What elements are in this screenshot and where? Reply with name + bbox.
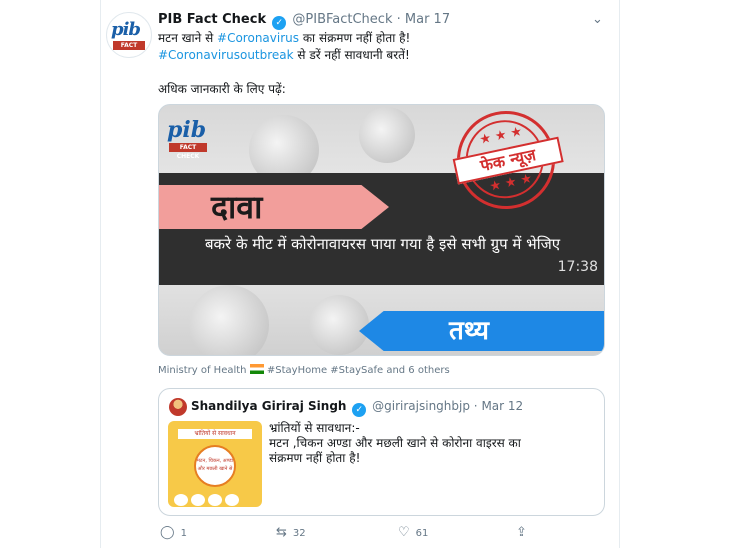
separator-dot: · (473, 399, 478, 413)
quoted-image-title: भ्रांतियों से सावधान (178, 429, 252, 439)
quoted-text: भ्रांतियों से सावधान:- मटन ,चिकन अण्डा औ… (269, 421, 599, 466)
india-flag-icon (249, 364, 264, 374)
claim-time: 17:38 (557, 259, 598, 275)
hashtag-coronavirusoutbreak[interactable]: #Coronavirusoutbreak (158, 48, 294, 62)
retweet-count: 32 (292, 528, 306, 539)
retweet-icon: ⇆ (276, 525, 287, 540)
tweet-media-image[interactable]: pib FACT CHECK दावा बकरे के मीट में कोरो… (158, 104, 605, 356)
virus-decoration (309, 295, 369, 355)
author-handle[interactable]: @PIBFactCheck (292, 12, 392, 27)
quoted-date: Mar 12 (481, 399, 524, 413)
verified-icon: ✓ (272, 16, 287, 30)
share-button[interactable]: ⇪ (516, 525, 533, 540)
tweet-line1-text: मटन खाने से (158, 31, 218, 45)
claim-label: दावा (211, 188, 263, 226)
tweet-line3: अधिक जानकारी के लिए पढ़ें: (158, 82, 286, 96)
share-icon: ⇪ (516, 525, 527, 540)
like-count: 61 (415, 528, 429, 539)
pib-avatar[interactable]: pib FACT CHECK (106, 12, 152, 58)
like-icon: ♡ (398, 525, 410, 540)
tweet-header: PIB Fact Check ✓ @PIBFactCheck · Mar 17 (158, 12, 450, 30)
virus-decoration (189, 285, 269, 355)
hashtag-coronavirus[interactable]: #Coronavirus (217, 31, 299, 45)
quoted-avatar (169, 398, 187, 416)
media-pib-logo-sub: FACT CHECK (169, 143, 207, 160)
reply-icon: ◯ (160, 525, 175, 540)
pib-logo-sub: FACT CHECK (113, 41, 145, 57)
retweet-button[interactable]: ⇆ 32 (276, 525, 306, 540)
verified-icon: ✓ (352, 403, 367, 417)
quoted-image-text: मटन, चिकन, अण्डा और मछली खाने से (194, 445, 236, 487)
fact-label: तथ्य (449, 316, 489, 346)
quoted-tweet[interactable]: Shandilya Giriraj Singh ✓ @girirajsinghb… (158, 388, 605, 516)
like-button[interactable]: ♡ 61 (398, 525, 428, 540)
quoted-image: भ्रांतियों से सावधान मटन, चिकन, अण्डा और… (168, 421, 262, 507)
tweet-date[interactable]: Mar 17 (405, 12, 450, 27)
claim-text: बकरे के मीट में कोरोनावायरस पाया गया है … (204, 235, 561, 253)
quoted-header: Shandilya Giriraj Singh ✓ @girirajsinghb… (191, 399, 523, 417)
pib-logo-mark: pib (111, 19, 141, 40)
tweet-text: मटन खाने से #Coronavirus का संक्रमण नहीं… (158, 30, 598, 98)
tweet-line1-rest: का संक्रमण नहीं होता है! (299, 31, 411, 45)
tag-org: Ministry of Health (158, 365, 247, 376)
reply-button[interactable]: ◯ 1 (160, 525, 187, 540)
quoted-line2: मटन ,चिकन अण्डा और मछली खाने से कोरोना व… (269, 436, 521, 450)
claim-band (159, 185, 389, 229)
quoted-line3: संक्रमण नहीं होता है! (269, 451, 361, 465)
author-name[interactable]: PIB Fact Check (158, 12, 266, 27)
media-pib-logo: pib (167, 117, 207, 143)
quoted-line1: भ्रांतियों से सावधान:- (269, 421, 360, 435)
tag-rest: #StayHome #StaySafe and 6 others (266, 365, 450, 376)
separator-dot: · (396, 12, 401, 27)
quoted-handle: @girirajsinghbjp (372, 399, 470, 413)
tweet-line2-rest: से डरें नहीं सावधानी बरतें! (293, 48, 410, 62)
reply-count: 1 (180, 528, 187, 539)
quoted-author-name: Shandilya Giriraj Singh (191, 399, 347, 413)
virus-decoration (359, 107, 415, 163)
tagged-accounts[interactable]: Ministry of Health #StayHome #StaySafe a… (158, 364, 450, 376)
chevron-down-icon[interactable]: ⌄ (592, 12, 603, 27)
food-icons (174, 491, 258, 506)
